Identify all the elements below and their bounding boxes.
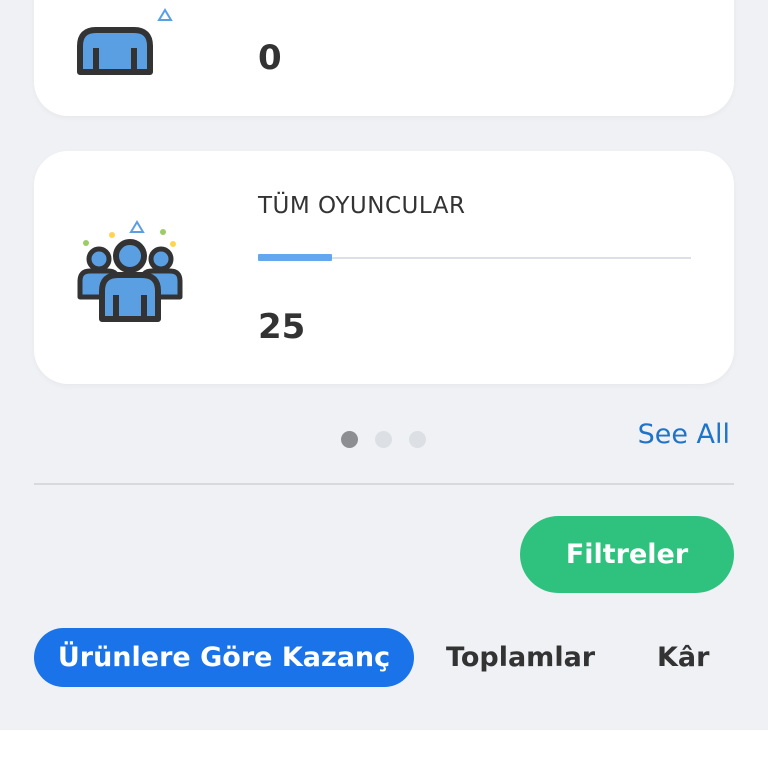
stat-value: 0: [258, 38, 282, 78]
tab-profit[interactable]: Kâr: [657, 628, 709, 687]
screen: 0 TÜM OYUNCULAR 25 See All Filtreler Ürü…: [0, 0, 768, 768]
progress-fill: [258, 254, 332, 261]
stat-card-all-players[interactable]: TÜM OYUNCULAR 25: [34, 151, 734, 384]
content-panel: [0, 730, 768, 768]
pagination-dot[interactable]: [341, 431, 358, 448]
pagination-dots: [341, 431, 426, 448]
user-icon: [74, 0, 184, 90]
filters-button[interactable]: Filtreler: [520, 516, 734, 593]
see-all-link[interactable]: See All: [638, 419, 730, 450]
progress-bar: [258, 254, 691, 261]
stat-value: 25: [258, 307, 306, 347]
group-users-icon: [74, 211, 194, 331]
tab-earnings-by-product[interactable]: Ürünlere Göre Kazanç: [34, 628, 414, 687]
stat-card-top[interactable]: 0: [34, 0, 734, 116]
divider: [34, 483, 734, 485]
stat-title: TÜM OYUNCULAR: [258, 193, 466, 219]
pagination-dot[interactable]: [375, 431, 392, 448]
pagination-dot[interactable]: [409, 431, 426, 448]
tab-bar: Ürünlere Göre Kazanç Toplamlar Kâr: [34, 628, 734, 687]
tab-totals[interactable]: Toplamlar: [446, 628, 595, 687]
